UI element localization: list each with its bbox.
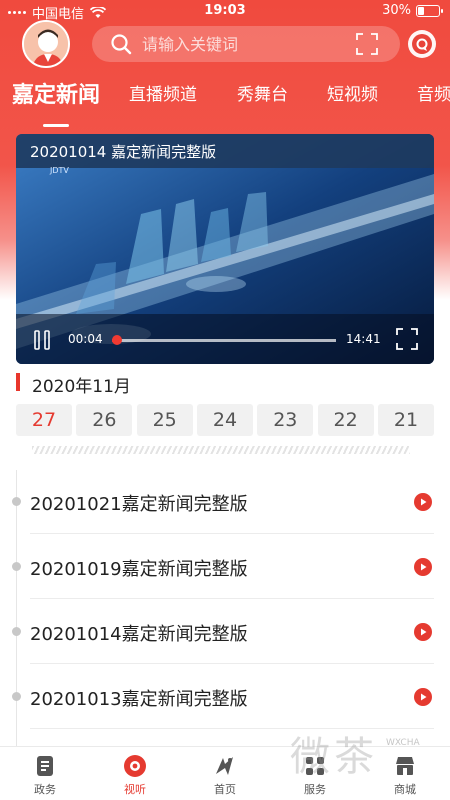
tab-show-stage[interactable]: 秀舞台 [237,80,288,105]
news-item[interactable]: 20201014嘉定新闻完整版 [0,600,450,664]
date-item[interactable]: 23 [257,404,314,436]
news-title: 20201021嘉定新闻完整版 [30,494,248,515]
nav-home[interactable]: 首页 [180,747,270,800]
tab-audio[interactable]: 音频 [417,80,450,105]
status-bar: 中国电信 19:03 30% [0,0,450,24]
news-item[interactable]: 20201021嘉定新闻完整版 [0,470,450,534]
search-bar[interactable] [92,26,400,62]
news-item[interactable]: 20201019嘉定新闻完整版 [0,535,450,599]
channel-logo: JDTV [50,166,69,175]
date-item[interactable]: 22 [317,404,374,436]
news-title: 20201019嘉定新闻完整版 [30,559,248,580]
search-input[interactable] [142,34,342,54]
watermark-text: 微茶 [290,734,378,780]
month-label: 2020年11月 [32,377,131,397]
message-button[interactable] [408,30,436,58]
divider [30,598,434,599]
battery-status: 30% [382,3,443,18]
play-icon[interactable] [414,688,432,706]
date-selector: 27 26 25 24 23 22 21 [16,404,434,436]
nav-label: 首页 [214,783,236,796]
nav-audio-visual[interactable]: 视听 [90,747,180,800]
pause-icon[interactable] [34,330,50,350]
news-title: 20201013嘉定新闻完整版 [30,689,248,710]
watermark: 微茶 WXCHA [290,724,450,784]
divider [30,663,434,664]
date-item[interactable]: 26 [76,404,133,436]
timeline-dot [12,497,21,506]
scan-icon[interactable] [356,33,378,55]
user-avatar[interactable] [22,20,70,68]
timeline-dot [12,692,21,701]
current-time: 00:04 [68,332,103,346]
date-item[interactable]: 25 [136,404,193,436]
news-title: 20201014嘉定新闻完整版 [30,624,248,645]
video-title: 20201014 嘉定新闻完整版 [30,143,217,161]
battery-icon [416,4,443,17]
video-controls: 00:04 14:41 [16,314,434,364]
month-accent-bar [16,373,20,391]
date-item[interactable]: 27 [16,404,72,436]
progress-bar[interactable] [112,335,336,345]
divider [30,533,434,534]
tab-short-video[interactable]: 短视频 [327,80,378,105]
decorative-divider [32,446,410,454]
video-player[interactable]: 20201014 嘉定新闻完整版 JDTV 00:04 14:41 [16,134,434,364]
tab-live-channel[interactable]: 直播频道 [129,80,197,105]
battery-percent: 30% [382,3,411,18]
progress-knob[interactable] [112,335,122,345]
nav-label: 政务 [34,783,56,796]
date-item[interactable]: 24 [196,404,253,436]
news-item[interactable]: 20201013嘉定新闻完整版 [0,665,450,729]
total-time: 14:41 [346,332,381,346]
date-item[interactable]: 21 [377,404,434,436]
timeline-dot [12,627,21,636]
document-icon [37,756,53,776]
search-icon [111,34,132,55]
watermark-sub: WXCHA [386,738,420,748]
play-icon[interactable] [414,623,432,641]
timeline-dot [12,562,21,571]
tab-jiading-news[interactable]: 嘉定新闻 [12,80,100,109]
play-disc-icon [124,755,146,777]
play-icon[interactable] [414,493,432,511]
fullscreen-icon[interactable] [396,328,418,350]
nav-label: 视听 [124,783,146,796]
channel-tabs: 嘉定新闻 直播频道 秀舞台 短视频 音频 [0,80,450,120]
tab-active-indicator [43,124,69,127]
message-icon [412,34,432,54]
home-logo-icon [216,757,233,775]
nav-government[interactable]: 政务 [0,747,90,800]
play-icon[interactable] [414,558,432,576]
